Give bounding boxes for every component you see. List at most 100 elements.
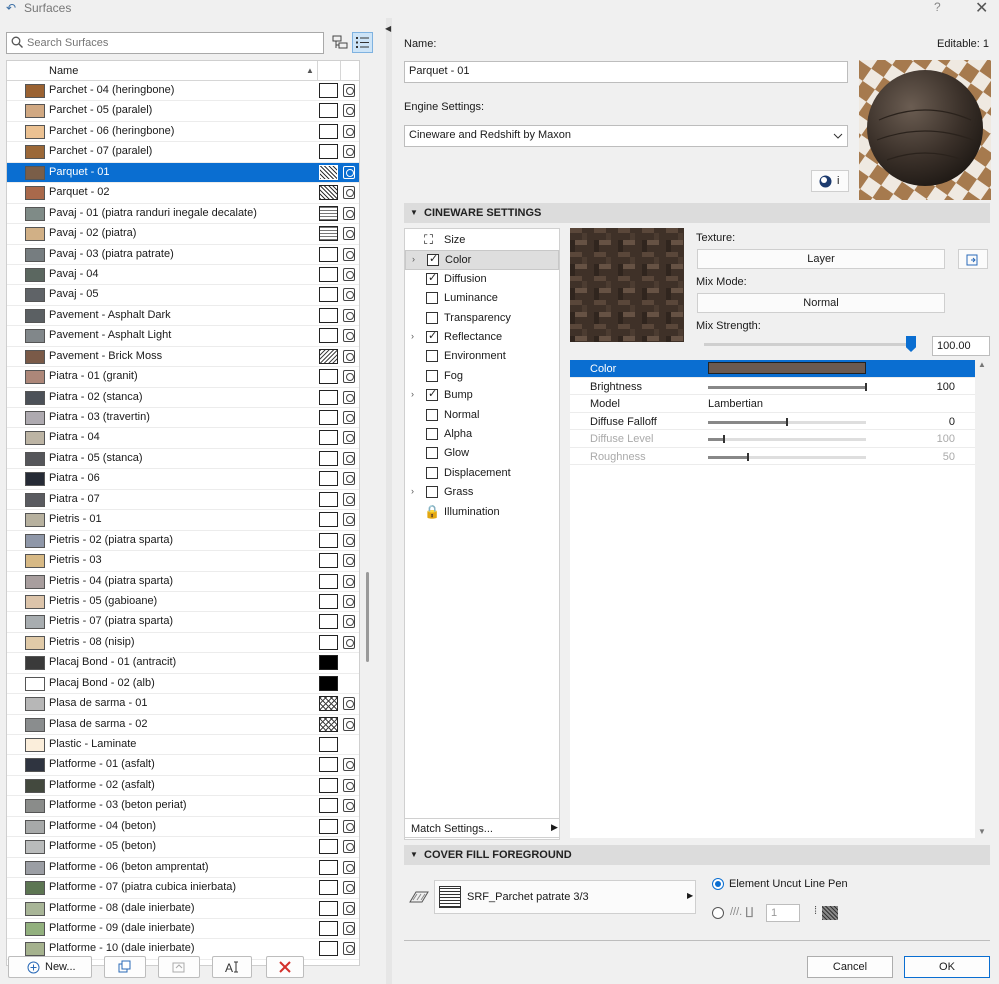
channel-checkbox[interactable] xyxy=(426,408,438,421)
channel-illumination[interactable]: 🔒 Illumination xyxy=(405,503,559,522)
list-row[interactable]: Platforme - 02 (asfalt) xyxy=(7,776,359,797)
expand-chevron-icon[interactable]: › xyxy=(411,486,414,496)
list-row[interactable]: Pavaj - 05 xyxy=(7,285,359,306)
list-row[interactable]: Plasa de sarma - 02 xyxy=(7,715,359,735)
list-row[interactable]: Piatra - 02 (stanca) xyxy=(7,388,359,408)
channel-normal[interactable]: Normal xyxy=(405,406,559,425)
mixstrength-slider-thumb[interactable] xyxy=(906,336,916,352)
close-button[interactable]: ✕ xyxy=(975,0,988,18)
channel-fog[interactable]: Fog xyxy=(405,367,559,386)
mixmode-button[interactable]: Normal xyxy=(697,293,945,313)
new-button[interactable]: New... xyxy=(8,956,92,978)
list-row[interactable]: Platforme - 01 (asfalt) xyxy=(7,755,359,776)
mixstrength-slider[interactable] xyxy=(704,336,916,352)
delete-button[interactable] xyxy=(266,956,304,978)
list-row[interactable]: Pietris - 08 (nisip) xyxy=(7,633,359,654)
property-row[interactable]: Diffuse Level 100 xyxy=(570,430,975,448)
list-row[interactable]: Pavaj - 03 (piatra patrate) xyxy=(7,245,359,265)
list-row[interactable]: Pietris - 02 (piatra sparta) xyxy=(7,531,359,552)
list-row[interactable]: Plastic - Laminate xyxy=(7,735,359,756)
channel-checkbox[interactable] xyxy=(426,447,438,460)
list-row[interactable]: Pavaj - 02 (piatra) xyxy=(7,224,359,245)
channel-checkbox[interactable] xyxy=(427,252,439,267)
list-row[interactable]: Platforme - 04 (beton) xyxy=(7,817,359,838)
list-row[interactable]: Piatra - 05 (stanca) xyxy=(7,449,359,470)
list-row[interactable]: Placaj Bond - 01 (antracit) xyxy=(7,653,359,674)
property-value[interactable]: 50 xyxy=(943,451,955,463)
name-field[interactable]: Parquet - 01 xyxy=(404,61,848,83)
channel-checkbox[interactable] xyxy=(426,311,438,324)
property-row[interactable]: Color xyxy=(570,360,975,378)
list-row[interactable]: Piatra - 01 (granit) xyxy=(7,367,359,388)
list-row[interactable]: Platforme - 03 (beton periat) xyxy=(7,796,359,817)
search-input[interactable] xyxy=(27,35,317,51)
list-row[interactable]: Pavaj - 04 xyxy=(7,265,359,286)
list-row[interactable]: Platforme - 07 (piatra cubica inierbata) xyxy=(7,878,359,899)
custom-pen-radio[interactable] xyxy=(712,907,724,919)
list-row[interactable]: Pavaj - 01 (piatra randuri inegale decal… xyxy=(7,204,359,225)
property-row[interactable]: Roughness 50 xyxy=(570,448,975,465)
pen-color-swatch[interactable] xyxy=(822,906,838,920)
expand-chevron-icon[interactable]: › xyxy=(411,331,414,341)
list-row[interactable]: Pavement - Asphalt Light xyxy=(7,326,359,347)
property-slider[interactable] xyxy=(708,417,866,426)
slider-thumb[interactable] xyxy=(786,417,788,426)
channel-color[interactable]: › Color xyxy=(405,250,559,270)
list-row[interactable]: Pietris - 04 (piatra sparta) xyxy=(7,572,359,592)
property-value[interactable]: Lambertian xyxy=(708,398,763,410)
help-button[interactable]: ? xyxy=(934,0,941,14)
list-row[interactable]: Plasa de sarma - 01 xyxy=(7,694,359,715)
property-slider[interactable] xyxy=(708,435,866,443)
scroll-down-icon[interactable]: ▼ xyxy=(978,827,986,836)
channel-alpha[interactable]: Alpha xyxy=(405,425,559,444)
list-view-button[interactable] xyxy=(352,32,373,53)
import-button[interactable] xyxy=(158,956,200,978)
property-row[interactable]: Diffuse Falloff 0 xyxy=(570,413,975,430)
channel-checkbox[interactable] xyxy=(426,292,438,305)
list-row[interactable]: Platforme - 09 (dale inierbate) xyxy=(7,919,359,940)
channel-checkbox[interactable] xyxy=(426,387,438,402)
property-slider[interactable] xyxy=(708,452,866,461)
list-row[interactable]: Parchet - 04 (heringbone) xyxy=(7,81,359,102)
list-row[interactable]: Piatra - 04 xyxy=(7,428,359,449)
list-row[interactable]: Parquet - 01 xyxy=(7,162,359,184)
list-row[interactable]: Pietris - 03 xyxy=(7,551,359,572)
list-row[interactable]: Parchet - 06 (heringbone) xyxy=(7,122,359,143)
duplicate-button[interactable] xyxy=(104,956,146,978)
channel-environment[interactable]: Environment xyxy=(405,347,559,366)
slider-thumb[interactable] xyxy=(865,382,867,391)
expand-chevron-icon[interactable]: › xyxy=(412,254,415,264)
channel-luminance[interactable]: Luminance xyxy=(405,289,559,308)
list-row[interactable]: Platforme - 08 (dale inierbate) xyxy=(7,899,359,919)
expand-chevron-icon[interactable]: › xyxy=(411,389,414,399)
scroll-up-icon[interactable]: ▲ xyxy=(978,360,986,369)
rename-button[interactable]: A xyxy=(212,956,252,978)
list-row[interactable]: Piatra - 06 xyxy=(7,469,359,490)
list-row[interactable]: Pavement - Brick Moss xyxy=(7,347,359,368)
property-scrollbar[interactable]: ▲ ▼ xyxy=(975,360,989,838)
pen-number-field[interactable]: 1 xyxy=(766,904,800,922)
channel-checkbox[interactable] xyxy=(426,329,438,343)
list-row[interactable]: Pavement - Asphalt Dark xyxy=(7,306,359,327)
collapse-arrow-icon[interactable]: ◀ xyxy=(385,24,391,33)
channel-checkbox[interactable] xyxy=(426,466,438,479)
list-row[interactable]: Platforme - 05 (beton) xyxy=(7,837,359,858)
texture-options-button[interactable] xyxy=(958,249,988,269)
list-row[interactable]: Pietris - 05 (gabioane) xyxy=(7,592,359,613)
surface-list[interactable]: Name ▲ Parchet - 04 (heringbone) Parchet … xyxy=(6,60,360,966)
list-row[interactable]: Piatra - 07 xyxy=(7,490,359,511)
slider-thumb[interactable] xyxy=(722,435,725,443)
channel-transparency[interactable]: Transparency xyxy=(405,309,559,328)
color-swatch[interactable] xyxy=(708,362,866,374)
search-box[interactable] xyxy=(6,32,324,54)
list-row[interactable]: Piatra - 03 (travertin) xyxy=(7,408,359,429)
slider-thumb[interactable] xyxy=(746,452,749,461)
property-value[interactable]: 100 xyxy=(937,381,955,393)
engine-dropdown[interactable]: Cineware and Redshift by Maxon xyxy=(404,125,848,147)
cancel-button[interactable]: Cancel xyxy=(807,956,893,978)
list-row[interactable]: Parquet - 02 xyxy=(7,183,359,204)
cover-fill-section-header[interactable]: ▼ COVER FILL FOREGROUND xyxy=(404,845,990,865)
channel-glow[interactable]: Glow xyxy=(405,444,559,463)
channel-diffusion[interactable]: Diffusion xyxy=(405,270,559,289)
channel-grass[interactable]: › Grass xyxy=(405,483,559,502)
